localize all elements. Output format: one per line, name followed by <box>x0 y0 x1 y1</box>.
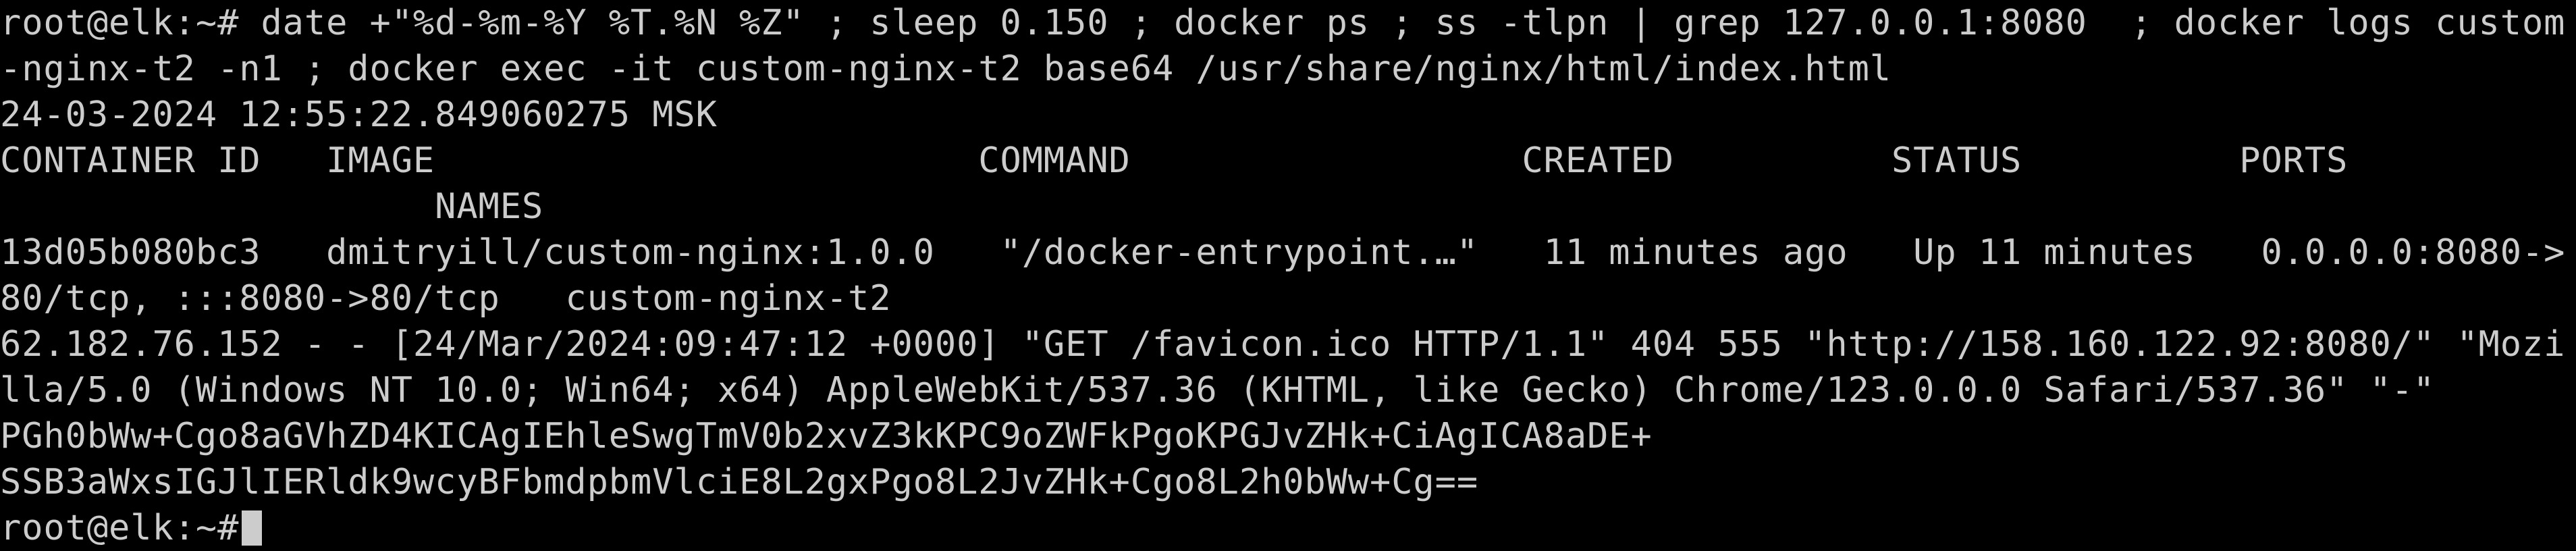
terminal-line-docker-ps-row: 13d05b080bc3 dmitryill/custom-nginx:1.0.… <box>0 232 2566 273</box>
terminal-line-docker-ps-header: CONTAINER ID IMAGE COMMAND CREATED STATU… <box>0 140 2349 181</box>
terminal-line-docker-ps-row-wrap: 80/tcp, :::8080->80/tcp custom-nginx-t2 <box>0 278 892 319</box>
terminal-line-command-wrap: -nginx-t2 -n1 ; docker exec -it custom-n… <box>0 49 1891 89</box>
terminal-window[interactable]: root@elk:~# date +"%d-%m-%Y %T.%N %Z" ; … <box>0 0 2576 549</box>
terminal-line-docker-log: 62.182.76.152 - - [24/Mar/2024:09:47:12 … <box>0 324 2566 365</box>
terminal-line-docker-ps-header-wrap: NAMES <box>0 186 544 227</box>
terminal-line-command: root@elk:~# date +"%d-%m-%Y %T.%N %Z" ; … <box>0 3 2566 43</box>
terminal-cursor <box>242 510 263 546</box>
terminal-line-date-output: 24-03-2024 12:55:22.849060275 MSK <box>0 95 718 135</box>
terminal-line-base64-output-1: PGh0bWw+Cgo8aGVhZD4KICAgIEhleSwgTmV0b2xv… <box>0 416 1653 456</box>
terminal-line-base64-output-2: SSB3aWxsIGJlIERldk9wcyBFbmdpbmVlciE8L2gx… <box>0 462 1479 502</box>
terminal-line-docker-log-wrap: lla/5.0 (Windows NT 10.0; Win64; x64) Ap… <box>0 370 2436 411</box>
terminal-prompt-line[interactable]: root@elk:~# <box>0 505 2576 551</box>
terminal-prompt: root@elk:~# <box>0 508 240 548</box>
